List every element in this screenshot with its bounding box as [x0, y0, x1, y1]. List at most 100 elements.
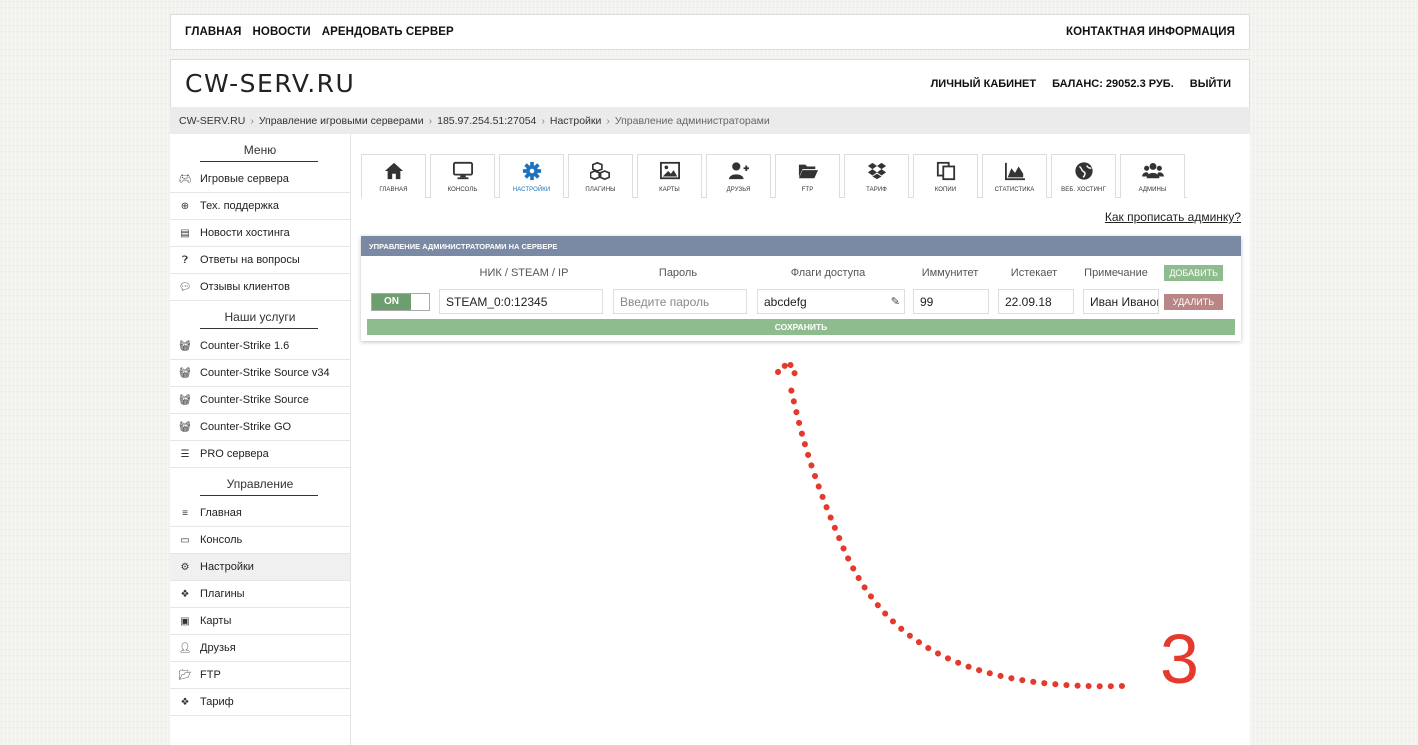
sidebar-item-settings[interactable]: ⚙ Настройки [170, 554, 350, 581]
column-expires: Истекает [1010, 267, 1058, 279]
edit-icon[interactable]: ✎ [891, 295, 900, 308]
delete-admin-button[interactable]: УДАЛИТЬ [1164, 293, 1223, 310]
column-password: Пароль [658, 267, 698, 279]
folder-icon [798, 164, 818, 179]
toggle-off-area [411, 293, 429, 310]
page-wrapper: ГЛАВНАЯ НОВОСТИ АРЕНДОВАТЬ СЕРВЕР КОНТАК… [170, 14, 1250, 745]
breadcrumb-separator: › [250, 114, 254, 127]
logout-link[interactable]: ВЫЙТИ [1190, 78, 1231, 90]
comments-icon: 💬︎ [178, 281, 192, 293]
tab-console[interactable]: КОНСОЛЬ [430, 154, 495, 198]
add-cell: ДОБАВИТЬ [1153, 265, 1223, 281]
basket-icon: 🧺︎ [178, 367, 192, 379]
sidebar-item-news[interactable]: ▤ Новости хостинга [170, 220, 350, 247]
sidebar-item-label: Плагины [200, 588, 245, 600]
breadcrumb-item[interactable]: CW-SERV.RU [179, 115, 245, 127]
breadcrumb-item[interactable]: 185.97.254.51:27054 [437, 115, 536, 127]
help-link[interactable]: Как прописать админку? [1105, 210, 1241, 224]
breadcrumb-separator: › [428, 114, 433, 127]
breadcrumb: CW-SERV.RU › Управление игровыми серверам… [170, 107, 1250, 134]
sidebar-item-css[interactable]: 🧺︎ Counter-Strike Source [170, 387, 350, 414]
tab-label: НАСТРОЙКИ [512, 187, 551, 193]
gamepad-icon: 🎮︎ [178, 173, 192, 185]
sidebar-item-plugins[interactable]: ❖ Плагины [170, 581, 350, 608]
save-button[interactable]: СОХРАНИТЬ [367, 319, 1235, 335]
sidebar-item-friends[interactable]: 👤︎ Друзья [170, 635, 350, 662]
area-chart-icon [1004, 162, 1025, 181]
tab-plugins[interactable]: ПЛАГИНЫ [568, 154, 633, 198]
nav-contacts-link[interactable]: КОНТАКТНАЯ ИНФОРМАЦИЯ [1066, 26, 1235, 38]
tab-backups[interactable]: КОПИИ [913, 154, 978, 198]
sidebar-item-label: Тариф [200, 696, 234, 708]
users-icon [1141, 163, 1164, 179]
sidebar-item-label: FTP [200, 669, 221, 681]
cubes-icon [589, 161, 610, 181]
tab-admins[interactable]: АДМИНЫ [1120, 154, 1185, 198]
balance-link[interactable]: БАЛАНС: 29052.3 РУБ. [1052, 78, 1174, 90]
image-icon [659, 161, 680, 180]
sidebar-item-faq[interactable]: ❓︎ Ответы на вопросы [170, 247, 350, 274]
admin-enabled-toggle[interactable]: ON [371, 292, 430, 311]
admin-immunity-input[interactable] [913, 289, 989, 314]
sidebar-item-game-servers[interactable]: 🎮︎ Игровые сервера [170, 166, 350, 193]
globe-icon [1074, 162, 1093, 180]
tab-label: FTP [801, 187, 814, 193]
sidebar-item-label: Консоль [200, 534, 243, 546]
annotation-number: 3 [1160, 620, 1199, 698]
image-icon: ▣ [180, 615, 190, 627]
tab-maps[interactable]: КАРТЫ [637, 154, 702, 198]
column-note: Примечание [1084, 267, 1148, 279]
home-icon [384, 162, 403, 180]
tab-tariff[interactable]: ТАРИФ [844, 154, 909, 198]
tab-statistics[interactable]: СТАТИСТИКА [982, 154, 1047, 198]
sidebar-item-console[interactable]: ▭ Консоль [170, 527, 350, 554]
admin-note-input[interactable] [1083, 289, 1159, 314]
sidebar-item-pro[interactable]: ☰ PRO сервера [170, 441, 350, 468]
sidebar-item-label: Главная [200, 507, 242, 519]
bars-icon: ≡ [182, 507, 188, 519]
add-admin-button[interactable]: ДОБАВИТЬ [1164, 265, 1223, 281]
help-row: Как прописать админку? [361, 210, 1241, 224]
breadcrumb-separator: › [541, 114, 545, 127]
flags-field-wrapper: ✎ [757, 289, 905, 314]
sidebar-item-label: Настройки [200, 561, 254, 573]
nav-home-link[interactable]: ГЛАВНАЯ [185, 26, 242, 38]
tab-web-hosting[interactable]: ВЕБ. ХОСТИНГ [1051, 154, 1116, 198]
newspaper-icon: ▤ [180, 227, 190, 239]
tab-settings[interactable]: НАСТРОЙКИ [499, 154, 564, 198]
tab-friends[interactable]: ДРУЗЬЯ [706, 154, 771, 198]
breadcrumb-item[interactable]: Настройки [550, 115, 602, 127]
gear-icon [522, 161, 541, 181]
sidebar-item-csgo[interactable]: 🧺︎ Counter-Strike GO [170, 414, 350, 441]
sidebar-item-maps[interactable]: ▣ Карты [170, 608, 350, 635]
sidebar-item-tariff[interactable]: ❖ Тариф [170, 689, 350, 716]
tab-label: ТАРИФ [866, 187, 887, 193]
admin-flags-input[interactable] [757, 289, 905, 314]
nav-news-link[interactable]: НОВОСТИ [253, 26, 311, 38]
monitor-icon [452, 161, 473, 180]
sidebar-item-label: Друзья [200, 642, 236, 654]
nav-rent-link[interactable]: АРЕНДОВАТЬ СЕРВЕР [322, 26, 454, 38]
server-tabs: ГЛАВНАЯ КОНСОЛЬ НАСТРОЙКИ ПЛАГИНЫ КАРТЫ [361, 154, 1187, 198]
admin-expires-input[interactable] [998, 289, 1074, 314]
sidebar-item-reviews[interactable]: 💬︎ Отзывы клиентов [170, 274, 350, 301]
tab-ftp[interactable]: FTP [775, 154, 840, 198]
tab-home[interactable]: ГЛАВНАЯ [361, 154, 426, 198]
breadcrumb-item[interactable]: Управление игровыми серверами [259, 115, 424, 127]
sidebar-item-cs16[interactable]: 🧺︎ Counter-Strike 1.6 [170, 333, 350, 360]
cabinet-link[interactable]: ЛИЧНЫЙ КАБИНЕТ [931, 78, 1037, 90]
dropbox-icon: ❖ [180, 696, 190, 708]
sidebar-item-main[interactable]: ≡ Главная [170, 500, 350, 527]
sidebar-item-label: Counter-Strike Source [200, 394, 309, 406]
sidebar-item-label: Новости хостинга [200, 227, 290, 239]
table-header: НИК / STEAM / IP Пароль Флаги доступа Им… [367, 262, 1235, 284]
sidebar-item-ftp[interactable]: 📂︎ FTP [170, 662, 350, 689]
admin-password-input[interactable] [613, 289, 747, 314]
sidebar-item-label: Карты [200, 615, 232, 627]
sidebar-item-support[interactable]: ⊕ Тех. поддержка [170, 193, 350, 220]
site-logo[interactable]: CW-SERV.RU [185, 69, 355, 98]
tab-label: ПЛАГИНЫ [585, 187, 616, 193]
admin-nick-input[interactable] [439, 289, 603, 314]
sidebar-services-title: Наши услуги [170, 301, 350, 333]
sidebar-item-css-v34[interactable]: 🧺︎ Counter-Strike Source v34 [170, 360, 350, 387]
